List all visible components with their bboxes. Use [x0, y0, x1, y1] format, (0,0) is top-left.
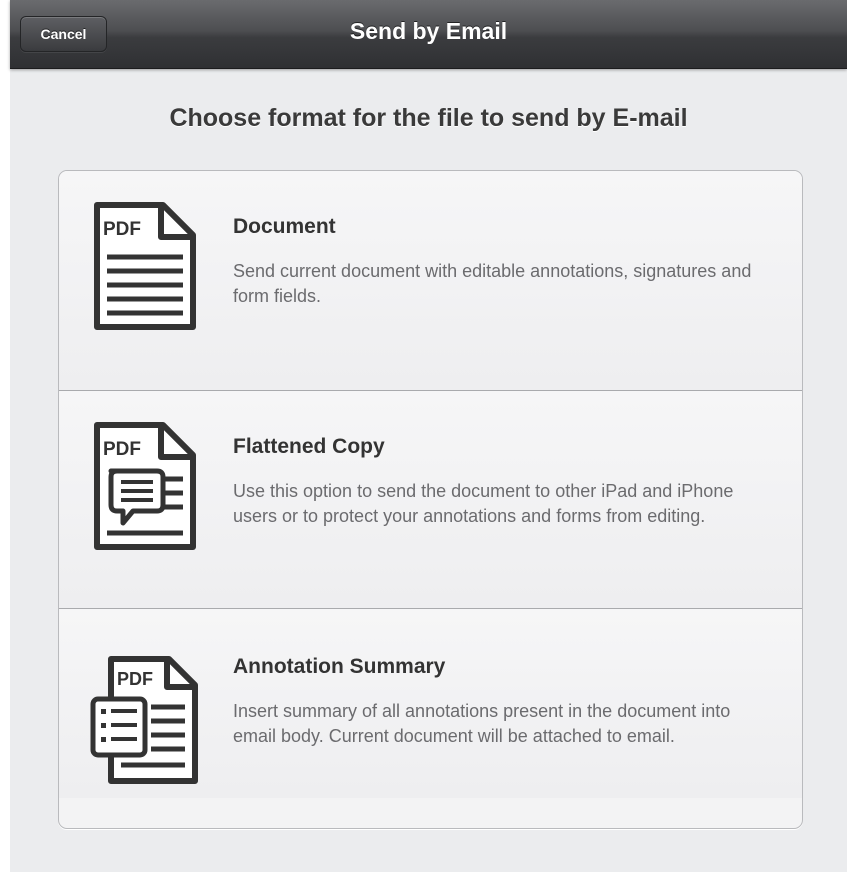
- option-title: Flattened Copy: [233, 435, 385, 458]
- option-document[interactable]: PDF Document Send current document with …: [59, 171, 802, 391]
- option-flattened-copy[interactable]: PDF Flattened Copy Use this option to se…: [59, 391, 802, 609]
- pdf-label: PDF: [103, 219, 141, 240]
- pdf-label: PDF: [103, 439, 141, 460]
- navigation-bar: Cancel Send by Email: [10, 0, 847, 69]
- option-description: Insert summary of all annotations presen…: [233, 701, 731, 746]
- page-title: Send by Email: [349, 18, 508, 44]
- send-by-email-screen: Cancel Send by Email Choose format for t…: [10, 0, 847, 872]
- pdf-label: PDF: [117, 669, 153, 689]
- pdf-flattened-icon: PDF: [94, 422, 196, 550]
- pdf-document-icon: PDF: [94, 202, 196, 330]
- format-options-list: PDF Document Send current document with …: [58, 170, 803, 829]
- pdf-summary-icon: PDF: [90, 656, 198, 784]
- option-description: Send current document with editable anno…: [233, 261, 752, 306]
- option-title: Annotation Summary: [233, 655, 446, 678]
- format-heading: Choose format for the file to send by E-…: [169, 104, 688, 132]
- option-description: Use this option to send the document to …: [233, 481, 734, 526]
- option-title: Document: [233, 215, 336, 238]
- option-annotation-summary[interactable]: PDF Annotation Summary Insert summary of…: [59, 609, 802, 798]
- cancel-button[interactable]: Cancel: [20, 16, 107, 52]
